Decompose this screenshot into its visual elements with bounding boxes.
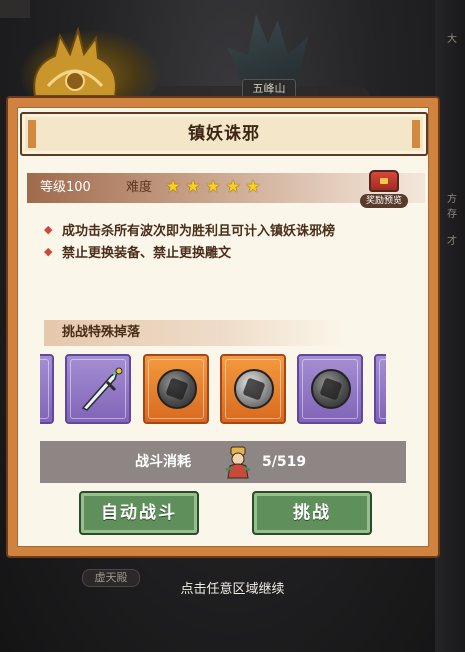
drop-item-slot[interactable] <box>297 354 363 424</box>
jade-sword-icon <box>81 367 123 411</box>
rule-item: ◆ 禁止更换装备、禁止更换雕文 <box>44 240 414 262</box>
star-icon: ★ <box>225 177 241 197</box>
continue-hint: 点击任意区域继续 <box>180 582 285 597</box>
diamond-bullet-icon: ◆ <box>44 244 53 258</box>
drop-item-slot[interactable] <box>220 354 286 424</box>
drop-items-list[interactable] <box>40 350 386 428</box>
drop-item-slot[interactable] <box>65 354 131 424</box>
treasure-chest-icon <box>369 170 399 192</box>
star-icon: ★ <box>245 177 261 197</box>
drops-title: 挑战特殊掉落 <box>62 325 141 340</box>
light-stone-glyph-icon <box>234 369 274 409</box>
diamond-bullet-icon: ◆ <box>44 222 53 236</box>
slot-frame <box>379 359 386 419</box>
right-edge-label: 大 <box>447 34 457 45</box>
rule-text: 成功击杀所有波次即为胜利且可计入镇妖诛邪榜 <box>62 223 336 239</box>
right-edge-label: 方 <box>447 194 457 205</box>
battle-cost-bar: 战斗消耗 5/519 <box>40 441 406 483</box>
level-label: 等级100 <box>40 180 91 195</box>
dark-stone-glyph-icon <box>157 369 197 409</box>
rules-list: ◆ 成功击杀所有波次即为胜利且可计入镇妖诛邪榜 ◆ 禁止更换装备、禁止更换雕文 <box>44 218 414 262</box>
drop-item-slot[interactable] <box>374 354 386 424</box>
star-icon: ★ <box>185 177 201 197</box>
reward-preview-label: 奖励预览 <box>360 194 408 208</box>
right-edge-label: 存 <box>447 209 457 220</box>
dialog-title-bar: 镇妖诛邪 <box>20 112 428 156</box>
cost-label: 战斗消耗 <box>135 454 191 470</box>
right-edge-label: 才 <box>447 236 457 247</box>
rule-text: 禁止更换装备、禁止更换雕文 <box>62 245 232 261</box>
difficulty-stars: ★ ★ ★ ★ ★ <box>164 178 262 198</box>
reward-preview-button[interactable]: 奖励预览 <box>360 168 408 210</box>
drop-item-slot[interactable] <box>40 354 54 424</box>
star-icon: ★ <box>165 177 181 197</box>
cost-value: 5/519 <box>262 454 307 470</box>
drop-item-slot[interactable] <box>143 354 209 424</box>
challenge-button[interactable]: 挑战 <box>252 491 372 535</box>
grey-stone-glyph-icon <box>311 369 351 409</box>
star-icon: ★ <box>205 177 221 197</box>
stamina-figure-icon <box>225 446 251 479</box>
background-corner <box>0 0 30 18</box>
drops-header: 挑战特殊掉落 <box>44 320 344 346</box>
rule-item: ◆ 成功击杀所有波次即为胜利且可计入镇妖诛邪榜 <box>44 218 414 240</box>
slot-frame <box>40 359 49 419</box>
dialog-title: 镇妖诛邪 <box>188 124 260 144</box>
auto-battle-button[interactable]: 自动战斗 <box>79 491 199 535</box>
difficulty-label: 难度 <box>126 180 153 195</box>
